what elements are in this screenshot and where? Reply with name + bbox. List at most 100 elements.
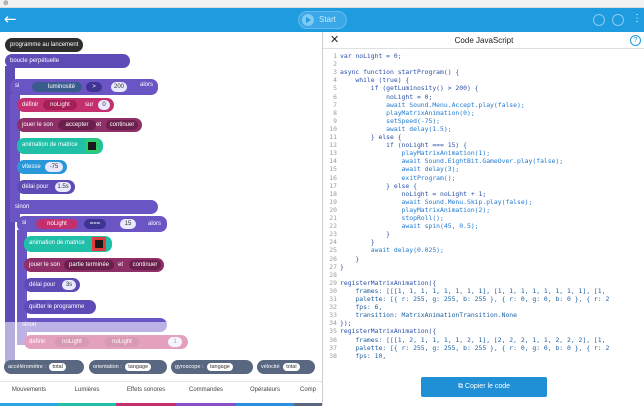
code-text: } — [340, 262, 344, 271]
value-0[interactable]: 0 — [98, 100, 110, 110]
sensor-gyroscope[interactable]: gyroscope : tangage — [171, 360, 253, 374]
sensor-orientation[interactable]: orientation : tangage — [89, 360, 167, 374]
copy-code-button[interactable]: ⧉ Copier le code — [421, 377, 547, 397]
sensor-gyroscope-label: gyroscope : — [175, 364, 204, 370]
tab-movements[interactable]: Mouvements — [0, 382, 58, 406]
line-number: 5 — [333, 84, 337, 93]
variable-nolight-compare[interactable]: noLight — [36, 219, 78, 229]
code-line: 16 exitProgram(); — [325, 174, 643, 182]
sound-gameover-selector[interactable]: partie terminée — [64, 260, 114, 270]
start-button[interactable]: Start — [298, 11, 347, 29]
inner-then-label: alors — [148, 221, 162, 227]
matrix-animation-label: animation de matrice — [22, 142, 78, 148]
code-editor[interactable]: 1 var noLight = 0; 2 3 async function startP… — [325, 52, 643, 370]
tab-operators-label: Opérateurs — [249, 387, 280, 393]
operator-gt[interactable]: > — [86, 82, 102, 92]
code-line: 17 } else { — [325, 182, 643, 190]
code-text: exitProgram(); — [340, 173, 456, 182]
line-number: 29 — [329, 278, 337, 287]
if-label: si — [15, 83, 20, 89]
sensor-accelerometer-label: accéléromètre : — [8, 364, 46, 370]
back-arrow-icon[interactable]: ← — [4, 10, 17, 28]
code-line: 12 if (noLight === 15) { — [325, 141, 643, 149]
and-label: et — [96, 122, 102, 128]
sound-accept-selector[interactable]: accepter — [58, 120, 96, 130]
line-number: 15 — [329, 165, 337, 174]
exit-program-block[interactable]: quitter le programme — [24, 300, 96, 314]
sensor-bar: accéléromètre : total orientation : tang… — [0, 357, 322, 381]
sensor-accelerometer-value[interactable]: total — [49, 363, 66, 371]
line-number: 22 — [329, 222, 337, 231]
code-line: 38 fps: 10, — [325, 352, 643, 360]
line-number: 12 — [329, 141, 337, 150]
code-line: 18 noLight = noLight + 1; — [325, 190, 643, 198]
tab-controls[interactable]: Commandes — [176, 382, 236, 406]
line-number: 9 — [333, 116, 337, 125]
tab-operators[interactable]: Opérateurs — [236, 382, 294, 406]
tab-sound-effects[interactable]: Effets sonores — [116, 382, 176, 406]
value-minus-75[interactable]: -75 — [45, 162, 63, 172]
code-text: if (getLuminosity() > 200) { — [340, 84, 479, 93]
code-line: 11 } else { — [325, 133, 643, 141]
variable-nolight[interactable]: noLight — [43, 100, 77, 110]
line-number: 27 — [329, 262, 337, 271]
line-number: 16 — [329, 173, 337, 182]
robot-connect-icon[interactable] — [593, 14, 605, 26]
line-number: 31 — [329, 295, 337, 303]
line-number: 38 — [329, 351, 337, 360]
sensor-gyroscope-value[interactable]: tangage — [206, 363, 233, 371]
speed-label: vitesse — [22, 164, 41, 170]
sensor-orientation-value[interactable]: tangage — [125, 363, 152, 371]
more-menu-icon[interactable]: ⋮ — [632, 12, 642, 26]
tab-lights[interactable]: Lumières — [58, 382, 116, 406]
settings-icon[interactable] — [612, 14, 624, 26]
else-block[interactable]: sinon — [10, 200, 158, 214]
line-number: 18 — [329, 189, 337, 198]
continue-selector[interactable]: continuer — [106, 120, 138, 130]
value-15[interactable]: 15 — [120, 219, 136, 229]
code-line: 15 await delay(3); — [325, 165, 643, 173]
code-line: 10 await delay(1.5); — [325, 125, 643, 133]
matrix-preview-green[interactable] — [85, 139, 99, 153]
code-text: await Sound.Menu.Accept.play(false); — [340, 100, 525, 109]
code-line: 9 setSpeed(-75); — [325, 117, 643, 125]
continue-selector-2[interactable]: continuer — [129, 260, 161, 270]
code-line: 34}); — [325, 319, 643, 327]
copy-icon: ⧉ — [457, 383, 463, 390]
sensor-accelerometer[interactable]: accéléromètre : total — [4, 360, 84, 374]
program-start-block[interactable]: programme au lancement — [5, 38, 83, 52]
value-200[interactable]: 200 — [111, 82, 127, 92]
value-3s[interactable]: 3s — [62, 280, 76, 290]
sensor-velocity[interactable]: vélocité total — [257, 360, 315, 374]
line-number: 8 — [333, 108, 337, 117]
sensor-velocity-value[interactable]: total — [283, 363, 300, 371]
line-number: 24 — [329, 238, 337, 247]
help-icon[interactable]: ? — [630, 35, 641, 46]
code-line: 6 noLight = 0; — [325, 93, 643, 101]
value-1-5s[interactable]: 1.5s — [55, 182, 71, 192]
code-text: await Sound.Menu.Skip.play(false); — [340, 197, 533, 206]
code-text: stopRoll(); — [340, 214, 444, 222]
matrix-preview-red[interactable] — [92, 237, 106, 251]
tab-controls-label: Commandes — [188, 387, 223, 393]
code-text: frames: [[[1, 2, 1, 1, 1, 1, 2, 1], [2, … — [340, 335, 606, 344]
forever-loop-block[interactable]: boucle perpétuelle — [5, 54, 130, 68]
line-number: 17 — [329, 181, 337, 190]
line-number: 10 — [329, 124, 337, 133]
code-text: playMatrixAnimation(2); — [340, 205, 491, 214]
code-line: 36 frames: [[[1, 2, 1, 1, 1, 1, 2, 1], [… — [325, 336, 643, 344]
sensor-velocity-label: vélocité — [261, 364, 280, 370]
code-text: await Sound.EightBit.GameOver.play(false… — [340, 157, 564, 166]
block-workspace[interactable]: programme au lancement boucle perpétuell… — [0, 32, 322, 381]
line-number: 33 — [329, 311, 337, 320]
code-line: 33 transition: MatrixAnimationTransition… — [325, 311, 643, 319]
code-line: 14 await Sound.EightBit.GameOver.play(fa… — [325, 157, 643, 165]
code-text: var noLight = 0; — [340, 52, 402, 60]
set-label: définir — [22, 102, 39, 108]
code-text: registerMatrixAnimation({ — [340, 327, 437, 336]
operator-eq[interactable]: === — [84, 219, 106, 229]
code-text: palette: [{ r: 255, g: 255, b: 255 }, { … — [340, 343, 610, 352]
luminosity-sensor[interactable]: luminosité — [32, 82, 82, 92]
code-line: 23 } — [325, 230, 643, 238]
tab-comparators[interactable]: Comp — [294, 382, 322, 406]
